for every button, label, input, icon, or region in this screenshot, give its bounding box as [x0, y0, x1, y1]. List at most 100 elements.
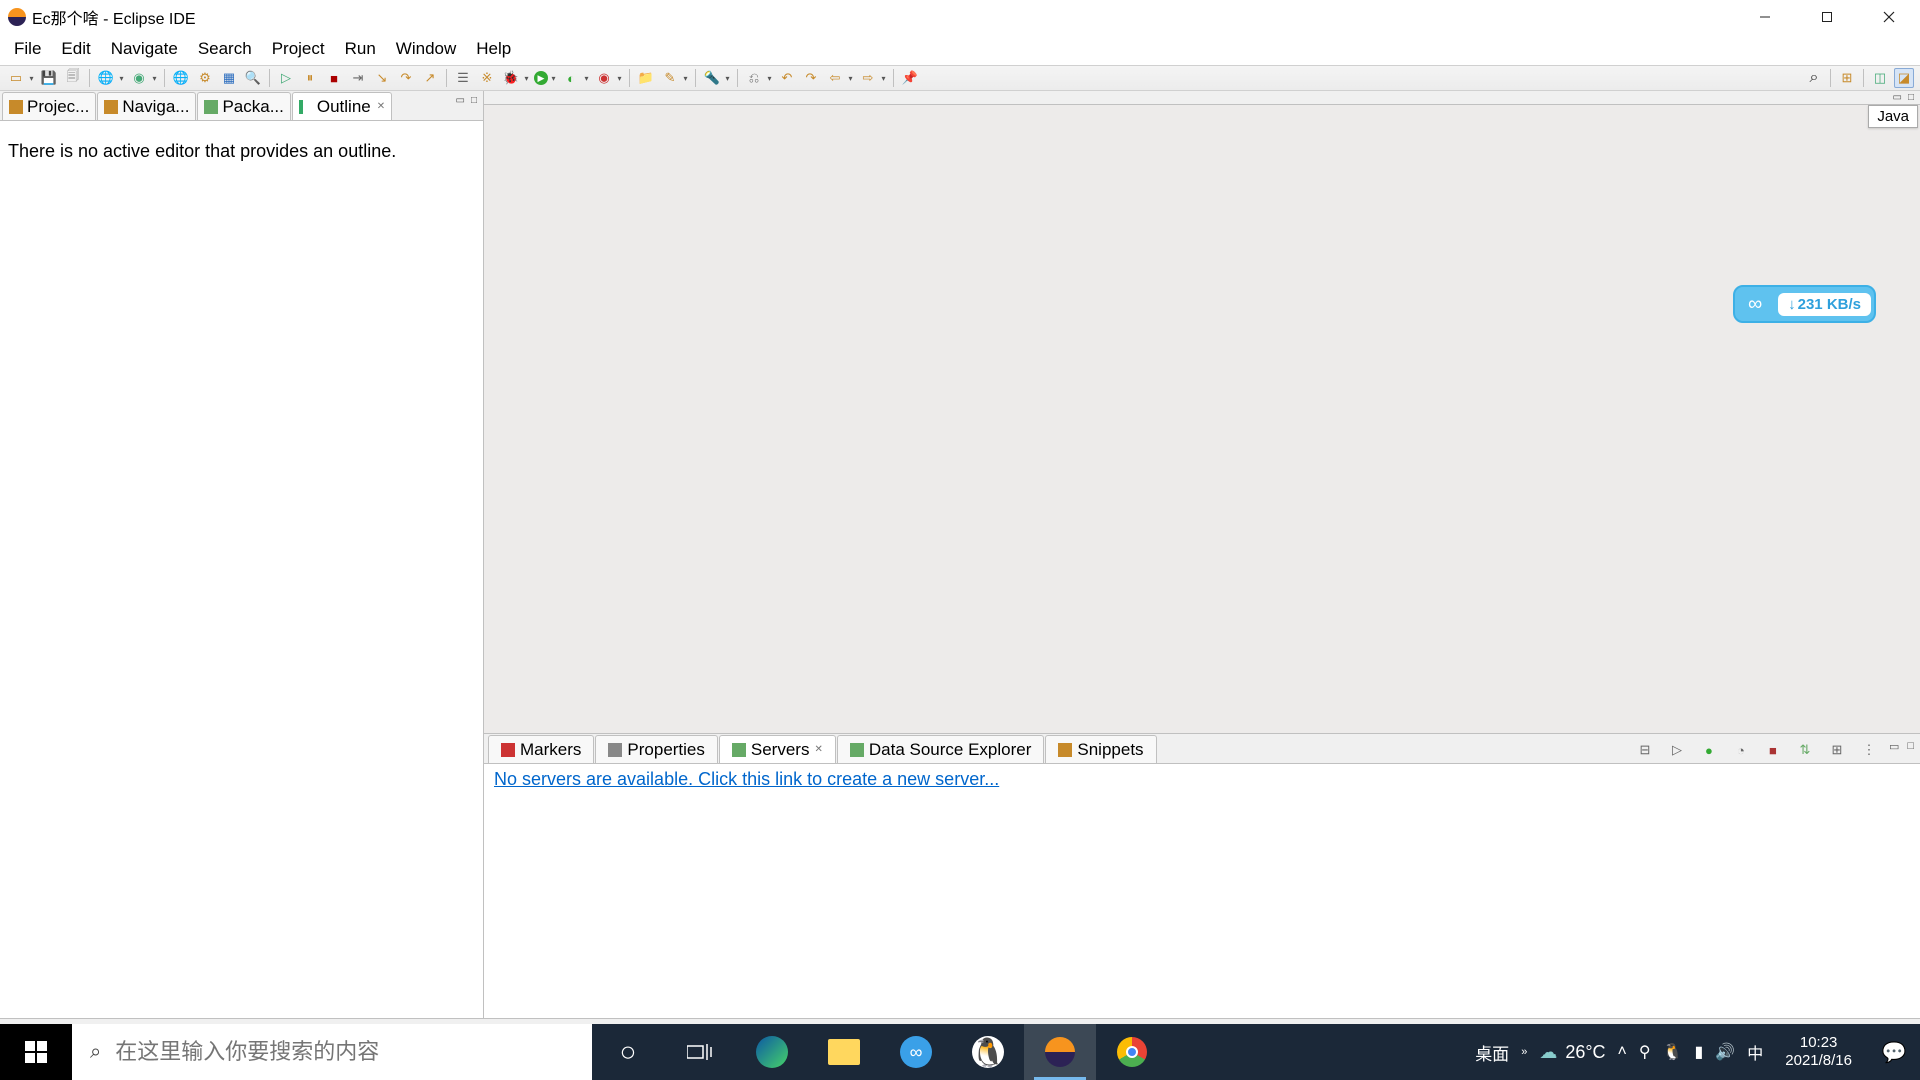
save-button[interactable]: 💾 [39, 68, 59, 88]
start-button[interactable] [0, 1024, 72, 1080]
notifications-button[interactable]: 💬 [1874, 1040, 1914, 1065]
taskbar-edge[interactable] [736, 1024, 808, 1080]
step-return-button[interactable]: ↗ [420, 68, 440, 88]
taskbar-clock[interactable]: 10:23 2021/8/16 [1775, 1034, 1862, 1070]
search-button[interactable]: 🔦 [702, 68, 722, 88]
run-button[interactable]: ▶ [534, 71, 548, 85]
taskbar-weather[interactable]: ☁ 26°C [1539, 1042, 1605, 1063]
taskbar-explorer[interactable] [808, 1024, 880, 1080]
new-class-dropdown[interactable]: ▾ [682, 74, 689, 83]
build-button[interactable]: ☰ [453, 68, 473, 88]
download-speed-widget[interactable]: ∞ ↓231 KB/s [1733, 285, 1876, 323]
tab-servers[interactable]: Servers ✕ [719, 735, 836, 763]
new-jsp-button[interactable]: ▦ [219, 68, 239, 88]
menu-project[interactable]: Project [262, 35, 335, 63]
resume-button[interactable]: ▷ [276, 68, 296, 88]
create-server-link[interactable]: No servers are available. Click this lin… [494, 769, 999, 789]
maximize-button[interactable] [1796, 0, 1858, 33]
battery-icon[interactable]: ▮ [1695, 1042, 1704, 1062]
run-last-dropdown[interactable]: ▾ [616, 74, 623, 83]
menu-window[interactable]: Window [386, 35, 466, 63]
tab-markers[interactable]: Markers [488, 735, 594, 763]
close-icon[interactable]: ✕ [814, 744, 822, 755]
volume-icon[interactable]: 🔊 [1715, 1042, 1735, 1062]
tab-package-explorer[interactable]: Packa... [197, 92, 290, 120]
server-clean-button[interactable]: ⊞ [1827, 740, 1847, 760]
new-package-button[interactable]: 📁 [636, 68, 656, 88]
toggle-mark-dropdown[interactable]: ▾ [766, 74, 773, 83]
show-desktop-label[interactable]: 桌面 [1475, 1040, 1509, 1065]
open-browser-button[interactable]: 🌐 [96, 68, 116, 88]
menu-edit[interactable]: Edit [51, 35, 100, 63]
tab-project-explorer[interactable]: Projec... [2, 92, 96, 120]
step-over-button[interactable]: ↷ [396, 68, 416, 88]
nav-forward-button[interactable]: ⇨ [858, 68, 878, 88]
minimize-view-button[interactable]: ▭ [1889, 740, 1899, 760]
save-all-button[interactable]: 🗐 [63, 68, 83, 88]
java-perspective-button[interactable]: ◪ [1894, 68, 1914, 88]
web-button[interactable]: 🌐 [171, 68, 191, 88]
taskbar-eclipse[interactable] [1024, 1024, 1096, 1080]
wifi-icon[interactable]: ⚲ [1639, 1042, 1651, 1062]
open-browser-dropdown[interactable]: ▾ [118, 74, 125, 83]
server-debug-button[interactable]: ▷ [1667, 740, 1687, 760]
taskbar-chrome[interactable] [1096, 1024, 1168, 1080]
tray-qq-icon[interactable]: 🐧 [1663, 1042, 1683, 1062]
view-menu-button[interactable]: ⋮ [1859, 740, 1879, 760]
run-on-server-button[interactable]: ⚙ [195, 68, 215, 88]
taskbar-qq[interactable]: 🐧 [952, 1024, 1024, 1080]
server-start-button[interactable]: ⊟ [1635, 740, 1655, 760]
run-last-button[interactable]: ◉ [594, 68, 614, 88]
java-ee-perspective-button[interactable]: ◫ [1870, 68, 1890, 88]
nav-back-dropdown[interactable]: ▾ [847, 74, 854, 83]
taskbar-cloud-app[interactable]: ∞ [880, 1024, 952, 1080]
menu-search[interactable]: Search [188, 35, 262, 63]
maximize-view-button[interactable]: □ [471, 95, 477, 106]
tab-outline[interactable]: Outline ✕ [292, 92, 392, 120]
tab-properties[interactable]: Properties [595, 735, 717, 763]
global-search-button[interactable]: ⌕ [1804, 68, 1824, 88]
new-button[interactable]: ▭ [6, 68, 26, 88]
back-button[interactable]: ↶ [777, 68, 797, 88]
forward-button[interactable]: ↷ [801, 68, 821, 88]
minimize-editor-button[interactable]: ▭ [1893, 92, 1902, 103]
server-profile-button[interactable]: ◔ [1731, 740, 1751, 760]
maximize-editor-button[interactable]: □ [1908, 92, 1914, 103]
nav-forward-dropdown[interactable]: ▾ [880, 74, 887, 83]
tray-expand-button[interactable]: ˄ [1618, 1043, 1627, 1061]
ime-indicator[interactable]: 中 [1747, 1040, 1763, 1064]
tab-navigator[interactable]: Naviga... [97, 92, 196, 120]
maximize-view-button[interactable]: □ [1907, 740, 1914, 760]
menu-navigate[interactable]: Navigate [101, 35, 188, 63]
tab-data-source-explorer[interactable]: Data Source Explorer [837, 735, 1045, 763]
tab-snippets[interactable]: Snippets [1045, 735, 1156, 763]
search-dropdown[interactable]: ▾ [724, 74, 731, 83]
nav-back-button[interactable]: ⇦ [825, 68, 845, 88]
open-perspective-button[interactable]: ⊞ [1837, 68, 1857, 88]
close-button[interactable] [1858, 0, 1920, 33]
debug-dropdown[interactable]: ▾ [523, 74, 530, 83]
close-icon[interactable]: ✕ [377, 101, 385, 112]
taskbar-search-input[interactable] [115, 1039, 574, 1065]
cortana-button[interactable]: ○ [592, 1024, 664, 1080]
step-into-button[interactable]: ↘ [372, 68, 392, 88]
task-view-button[interactable] [664, 1024, 736, 1080]
tool-4-button[interactable]: 🔍 [243, 68, 263, 88]
server-run-button[interactable]: ● [1699, 740, 1719, 760]
terminate-button[interactable]: ■ [324, 68, 344, 88]
server-publish-button[interactable]: ⇅ [1795, 740, 1815, 760]
debug-button[interactable]: 🐞 [501, 68, 521, 88]
minimize-button[interactable] [1734, 0, 1796, 33]
run-dropdown[interactable]: ▾ [550, 74, 557, 83]
taskbar-search[interactable]: ⌕ [72, 1024, 592, 1080]
menu-run[interactable]: Run [335, 35, 386, 63]
server-stop-button[interactable]: ■ [1763, 740, 1783, 760]
open-type-button[interactable]: ◉ [129, 68, 149, 88]
open-type-dropdown[interactable]: ▾ [151, 74, 158, 83]
new-class-button[interactable]: ✎ [660, 68, 680, 88]
overflow-icon[interactable]: » [1521, 1046, 1527, 1058]
minimize-view-button[interactable]: ▭ [456, 95, 465, 106]
menu-help[interactable]: Help [466, 35, 521, 63]
coverage-button[interactable]: ◐ [561, 68, 581, 88]
pin-editor-button[interactable]: 📌 [900, 68, 920, 88]
